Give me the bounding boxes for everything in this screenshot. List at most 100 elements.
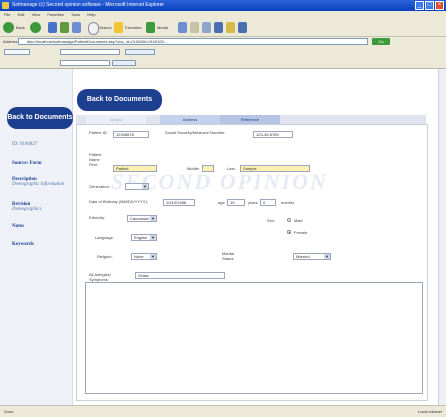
- sidebar-id-label: ID: 0100827: [12, 142, 38, 147]
- sidebar: Back to Documents ID: 0100827 Source: Fo…: [0, 69, 73, 405]
- male-radio[interactable]: [287, 218, 291, 222]
- tab-address[interactable]: Address: [160, 115, 220, 124]
- back-to-documents-button[interactable]: Back to Documents: [77, 89, 162, 111]
- menu-edit[interactable]: Edit: [18, 12, 25, 17]
- vertical-scrollbar[interactable]: [438, 69, 446, 405]
- messenger-icon[interactable]: [238, 22, 247, 33]
- sidebar-item-revision[interactable]: Revision Demographics: [12, 202, 41, 212]
- media-label: Media: [157, 25, 168, 30]
- sidebar-item-notes[interactable]: Notes: [12, 224, 24, 229]
- religion-value: None: [134, 254, 144, 259]
- marital-status-value: Married: [296, 254, 310, 259]
- age-months-input[interactable]: 0: [260, 199, 276, 206]
- app-icon: [2, 2, 9, 9]
- female-label: Female: [294, 230, 308, 235]
- ethnicity-select[interactable]: Caucasian ▼: [127, 215, 157, 222]
- menu-tools[interactable]: Tools: [71, 12, 80, 17]
- menu-favorites[interactable]: Favorites: [47, 12, 63, 17]
- tab-subject[interactable]: Subject: [86, 115, 146, 124]
- middle-name-input[interactable]: [202, 165, 214, 172]
- allergies-input[interactable]: Grass: [135, 272, 225, 279]
- yahoo-search-input[interactable]: [60, 60, 110, 66]
- patient-name-label: Patient Name First:: [89, 152, 102, 167]
- age-years-input[interactable]: 19: [227, 199, 245, 206]
- browser-window: Sofmanage (c) Second opinion software - …: [0, 0, 446, 417]
- yahoo-search-web-button[interactable]: [112, 60, 136, 66]
- yahoo-logo: [4, 60, 22, 66]
- generation-label: Generation:: [89, 184, 110, 189]
- page-content: Back to Documents ID: 0100827 Source: Fo…: [0, 69, 446, 405]
- sidebar-item-description-sub: Demographic information: [12, 182, 65, 187]
- address-bar: Address http://localhost/sofmanage/Patie…: [0, 37, 446, 47]
- age-label: age: [218, 200, 225, 205]
- title-bar: Sofmanage (c) Second opinion software - …: [0, 0, 446, 11]
- months-label: months: [281, 200, 295, 205]
- marital-status-select[interactable]: Married ▼: [293, 253, 331, 260]
- search-web-button[interactable]: [125, 49, 155, 55]
- menu-help[interactable]: Help: [87, 12, 95, 17]
- print-icon[interactable]: [202, 22, 211, 33]
- male-label: Male: [294, 218, 303, 223]
- years-label: years: [248, 200, 258, 205]
- female-radio[interactable]: [287, 230, 291, 234]
- chevron-down-icon: ▼: [142, 184, 148, 189]
- yahoo-toolbar-buttons: [140, 60, 320, 66]
- sidebar-back-button[interactable]: Back to Documents: [7, 107, 73, 129]
- home-icon[interactable]: [72, 22, 81, 33]
- sidebar-item-description[interactable]: Description Demographic information: [12, 177, 64, 187]
- mail-icon[interactable]: [190, 22, 199, 33]
- patient-form: SECOND OPINION Patient ID: 12345678 Soci…: [76, 124, 428, 401]
- chevron-down-icon: ▼: [324, 254, 330, 259]
- language-select[interactable]: English ▼: [131, 234, 157, 241]
- ssn-label: Social Security/Medicare Number:: [165, 130, 226, 135]
- chevron-down-icon: ▼: [150, 235, 156, 240]
- language-label: Language:: [95, 235, 114, 240]
- search-label: Search: [99, 25, 112, 30]
- notes-textarea[interactable]: [85, 282, 423, 394]
- search-icon[interactable]: [88, 22, 99, 35]
- tab-reference[interactable]: Reference: [220, 115, 280, 124]
- media-icon[interactable]: [146, 22, 155, 33]
- back-arrow-icon[interactable]: [3, 22, 14, 33]
- religion-label: Religion:: [97, 254, 113, 259]
- last-name-input[interactable]: Sample: [240, 165, 310, 172]
- google-search-input[interactable]: [60, 49, 120, 55]
- dob-input[interactable]: 10/10/1986: [163, 199, 195, 206]
- menu-bar: File Edit View Favorites Tools Help: [0, 11, 446, 19]
- close-button[interactable]: ×: [435, 1, 444, 10]
- chevron-down-icon: ▼: [150, 216, 156, 221]
- history-icon[interactable]: [178, 22, 187, 33]
- folder-icon[interactable]: [226, 22, 235, 33]
- minimize-button[interactable]: _: [415, 1, 424, 10]
- marital-status-label: Marital Status:: [222, 251, 235, 261]
- tab-bar: Subject Address Reference: [76, 115, 426, 124]
- sidebar-item-source[interactable]: Source: Form: [12, 161, 41, 166]
- forward-arrow-icon[interactable]: [30, 22, 41, 33]
- stop-icon[interactable]: [48, 22, 57, 33]
- favorites-label: Favorites: [125, 25, 142, 30]
- back-label: Back: [16, 25, 25, 30]
- sidebar-item-keywords[interactable]: Keywords: [12, 242, 34, 247]
- status-text: Done: [4, 409, 14, 414]
- watermark: SECOND OPINION: [111, 169, 328, 194]
- go-button[interactable]: Go: [372, 38, 390, 45]
- google-toolbar-buttons: [160, 49, 280, 55]
- sidebar-item-revision-sub: Demographics: [12, 207, 42, 212]
- address-input[interactable]: http://localhost/sofmanage/PatientDocume…: [18, 38, 368, 45]
- sex-label: Sex:: [267, 218, 276, 223]
- generation-select[interactable]: ▼: [125, 183, 149, 190]
- favorites-star-icon[interactable]: [114, 22, 123, 33]
- maximize-button[interactable]: □: [425, 1, 434, 10]
- ethnicity-label: Ethnicity:: [89, 215, 106, 220]
- first-name-input[interactable]: Patient: [113, 165, 157, 172]
- refresh-icon[interactable]: [60, 22, 69, 33]
- ssn-input[interactable]: 123-45-6789: [253, 131, 293, 138]
- dob-label: Date of Birthday (MM/DD/YYYY):: [89, 199, 148, 204]
- chevron-down-icon: ▼: [150, 254, 156, 259]
- religion-select[interactable]: None ▼: [131, 253, 157, 260]
- middle-name-label: Middle:: [187, 166, 200, 171]
- edit-icon[interactable]: [214, 22, 223, 33]
- menu-view[interactable]: View: [32, 12, 41, 17]
- patient-id-input[interactable]: 12345678: [113, 131, 149, 138]
- menu-file[interactable]: File: [4, 12, 10, 17]
